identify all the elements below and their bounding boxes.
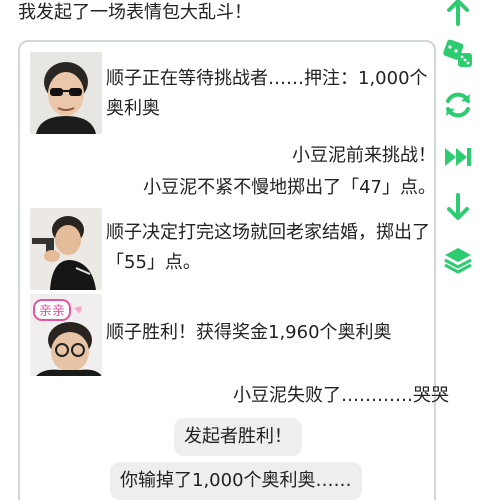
- layers-icon[interactable]: [440, 242, 476, 278]
- message-text: 小豆泥前来挑战！: [292, 145, 436, 166]
- avatar: [30, 208, 102, 290]
- sticker-text: 亲亲: [39, 304, 65, 319]
- refresh-icon[interactable]: [440, 87, 476, 123]
- result-pill: 你输掉了1,000个奥利奥……: [110, 462, 362, 500]
- avatar: [30, 52, 102, 134]
- avatar-gun-man: [30, 208, 102, 290]
- arrow-up-icon[interactable]: [440, 0, 476, 30]
- message-text: 小豆泥失败了…………哭哭: [233, 385, 449, 406]
- avatar-glasses-man: 亲亲: [30, 294, 102, 376]
- side-toolbar: [438, 0, 478, 500]
- avatar: 亲亲: [30, 294, 102, 376]
- message-text: 顺子正在等待挑战者……押注：1,000个奥利奥: [106, 68, 428, 119]
- arrow-down-icon[interactable]: [440, 189, 476, 225]
- top-message: 我发起了一场表情包大乱斗！: [18, 2, 252, 23]
- feed-row-1: 顺子正在等待挑战者……押注：1,000个奥利奥: [30, 52, 430, 134]
- dice-icon[interactable]: [440, 36, 476, 72]
- chat-screen: 我发起了一场表情包大乱斗！ 顺子正在等待挑战者……押注：1,000个奥利奥 小豆…: [0, 0, 483, 500]
- avatar-sunglasses-man: [30, 52, 102, 134]
- message-text: 顺子胜利！获得奖金1,960个奥利奥: [106, 322, 392, 343]
- result-pill: 发起者胜利！: [174, 418, 302, 456]
- fast-forward-icon[interactable]: [440, 139, 476, 175]
- feed-row-2: 顺子决定打完这场就回老家结婚，掷出了「55」点。: [30, 208, 430, 290]
- message-text: 顺子决定打完这场就回老家结婚，掷出了「55」点。: [106, 222, 430, 273]
- message-text: 小豆泥不紧不慢地掷出了「47」点。: [143, 177, 436, 198]
- feed-row-3: 亲亲 顺子胜利！获得奖金1,960个奥利奥: [30, 294, 430, 376]
